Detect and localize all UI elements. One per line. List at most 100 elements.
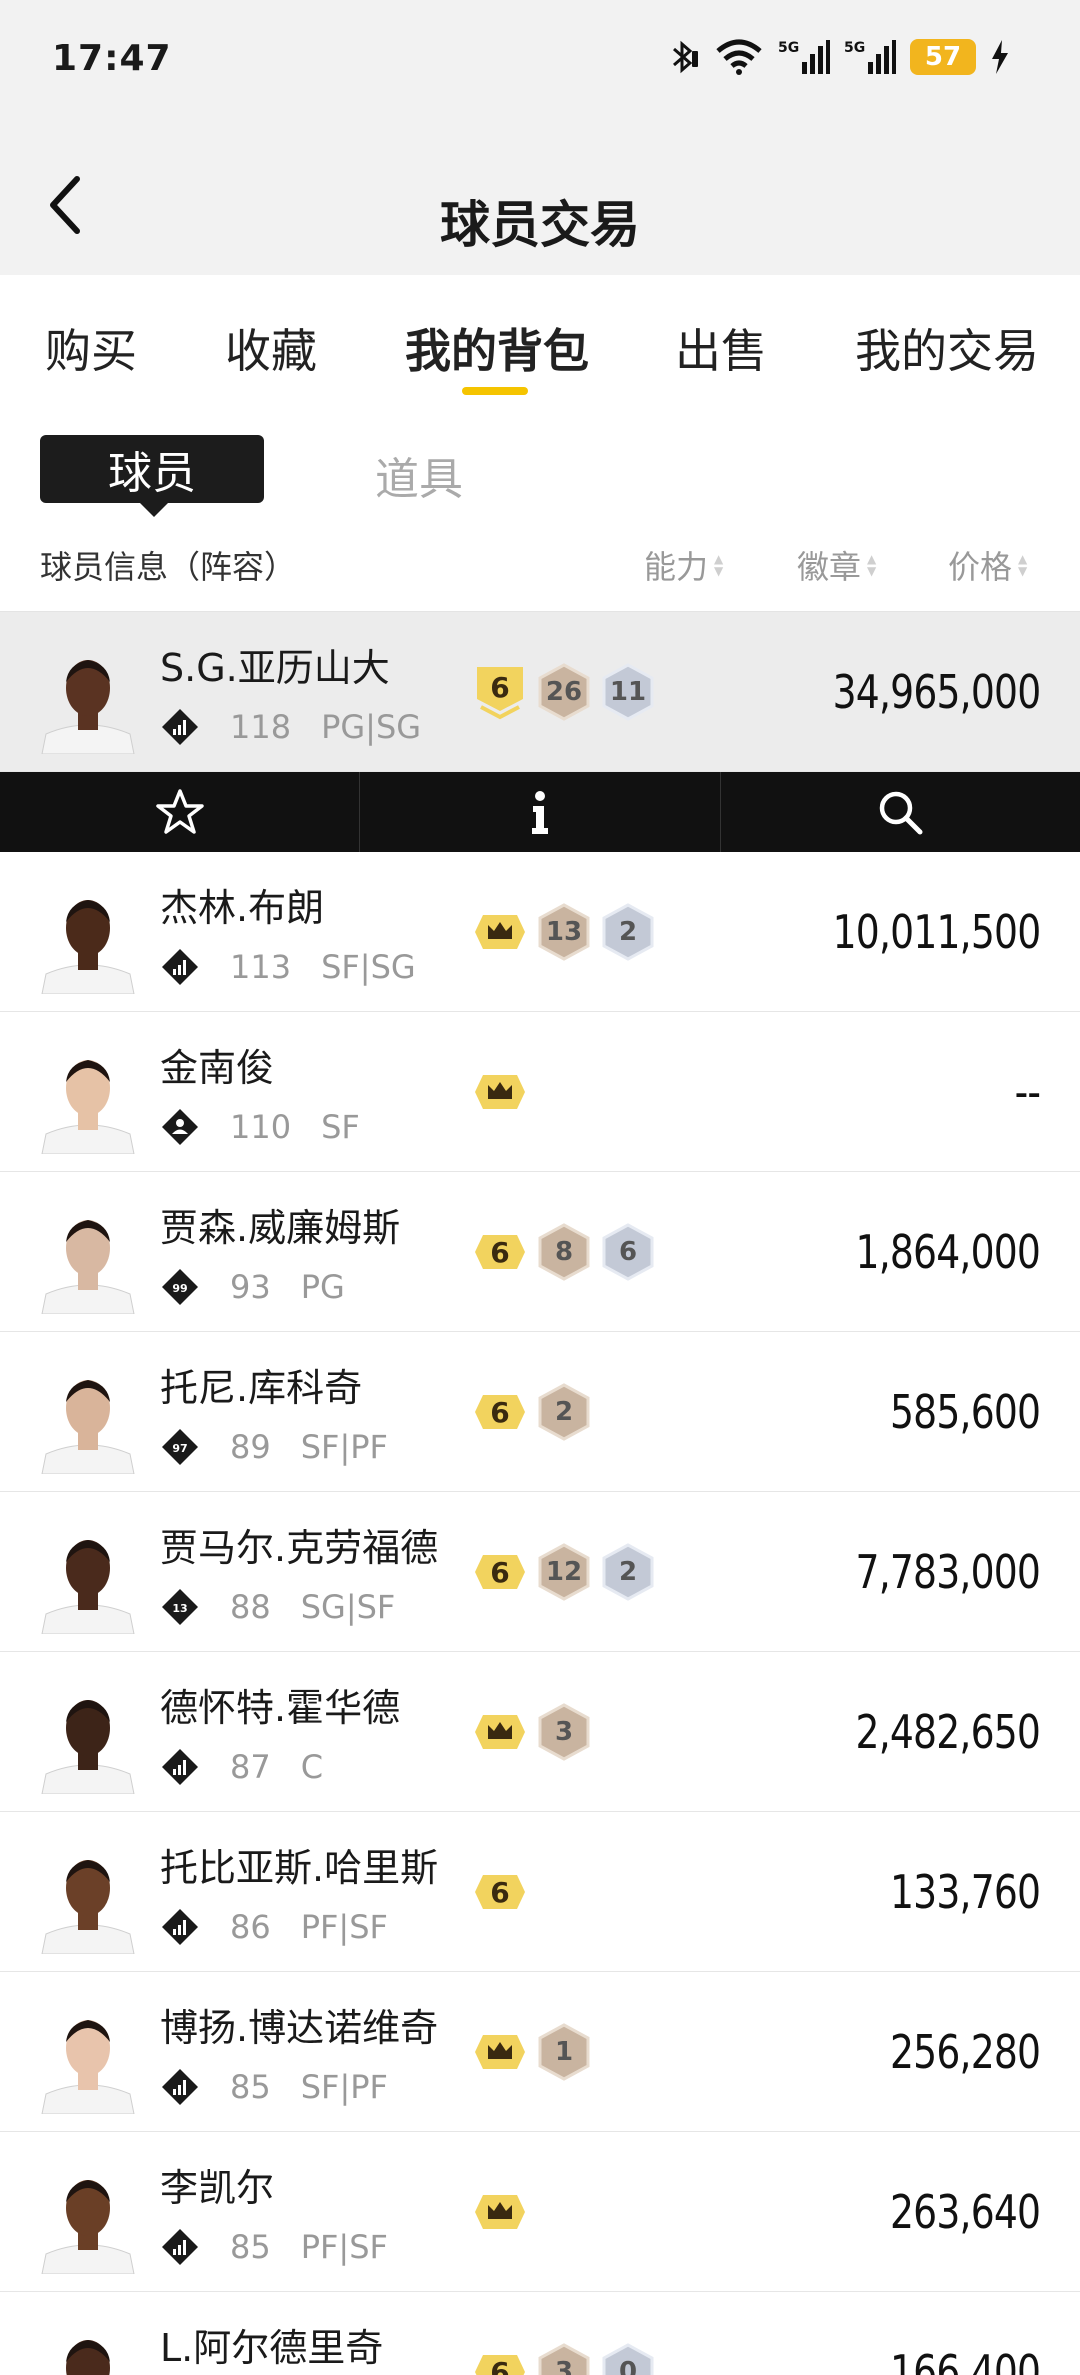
player-avatar <box>38 2322 138 2375</box>
favorite-button[interactable] <box>0 772 361 852</box>
player-overall: 110 <box>230 1108 292 1146</box>
player-row[interactable]: 杰林.布朗 113 SF|SG 13 2 10,011,500 <box>0 852 1080 1012</box>
svg-text:13: 13 <box>172 1602 187 1615</box>
column-player-info: 球员信息（阵容） <box>40 548 297 586</box>
player-price: 34,965,000 <box>832 665 1041 719</box>
player-row[interactable]: S.G.亚历山大 118 PG|SG 6 26 11 34,965,000 <box>0 612 1080 772</box>
player-price: -- <box>1014 1065 1040 1119</box>
player-overall: 88 <box>230 1588 271 1626</box>
player-overall: 118 <box>230 708 292 746</box>
subtab-players[interactable]: 球员 <box>40 435 264 517</box>
player-name: L.阿尔德里奇 <box>160 2326 384 2370</box>
svg-text:5G: 5G <box>844 40 865 56</box>
player-position: SF <box>321 1108 360 1146</box>
bronze-badge: 2 <box>537 1383 591 1441</box>
gold-crown-badge <box>473 1063 527 1121</box>
player-row[interactable]: 贾马尔.克劳福德 13 88 SG|SF 6 12 2 7,783,000 <box>0 1492 1080 1652</box>
player-row[interactable]: 金南俊 110 SF -- <box>0 1012 1080 1172</box>
nav-bar: 球员交易 <box>0 125 1080 275</box>
tab-buy[interactable]: 购买 <box>45 315 137 381</box>
bronze-badge-count: 8 <box>554 1237 574 1267</box>
bronze-badge-count: 2 <box>554 1397 574 1427</box>
main-tabs: 购买 收藏 我的背包 出售 我的交易 <box>0 275 1080 405</box>
player-price: 1,864,000 <box>855 1225 1040 1279</box>
player-overall: 113 <box>230 948 292 986</box>
player-name: 李凯尔 <box>160 2166 275 2210</box>
player-row[interactable]: L.阿尔德里奇 6 3 0 166,400 <box>0 2292 1080 2375</box>
sort-price-label: 价格 <box>948 548 1013 586</box>
player-meta: 118 PG|SG <box>160 707 421 747</box>
silver-badge-count: 6 <box>618 1237 638 1267</box>
tab-my-backpack[interactable]: 我的背包 <box>405 315 589 381</box>
gold-level-badge: 6 <box>473 2343 527 2375</box>
bronze-badge-count: 12 <box>545 1557 583 1587</box>
player-avatar <box>38 1202 138 1314</box>
bluetooth-icon <box>666 39 700 75</box>
player-row[interactable]: 李凯尔 85 PF|SF 263,640 <box>0 2132 1080 2292</box>
player-meta: 85 SF|PF <box>160 2067 388 2107</box>
star-outline-icon <box>155 788 205 836</box>
info-button[interactable] <box>360 772 721 852</box>
badge-group <box>473 1012 527 1172</box>
subtab-items[interactable]: 道具 <box>375 443 463 507</box>
card-type-icon <box>160 1907 200 1947</box>
tab-favorites[interactable]: 收藏 <box>225 315 317 381</box>
player-name: 金南俊 <box>160 1046 275 1090</box>
player-row[interactable]: 托尼.库科奇 97 89 SF|PF 6 2 585,600 <box>0 1332 1080 1492</box>
svg-text:99: 99 <box>172 1282 187 1295</box>
tab-sell[interactable]: 出售 <box>675 315 767 381</box>
player-avatar <box>38 1682 138 1794</box>
sort-price[interactable]: 价格 ▲ ▼ <box>948 542 1027 588</box>
player-avatar <box>38 2002 138 2114</box>
player-meta: 87 C <box>160 1747 323 1787</box>
player-avatar <box>38 1522 138 1634</box>
silver-badge: 11 <box>601 663 655 721</box>
player-row[interactable]: 博扬.博达诺维奇 85 SF|PF 1 256,280 <box>0 1972 1080 2132</box>
silver-badge-count: 2 <box>618 917 638 947</box>
player-avatar <box>38 1362 138 1474</box>
active-tab-indicator <box>462 387 528 395</box>
silver-badge: 0 <box>601 2343 655 2375</box>
badge-group: 6 3 0 <box>473 2292 655 2375</box>
player-name: 贾森.威廉姆斯 <box>160 1206 401 1250</box>
silver-badge-count: 0 <box>618 2357 638 2375</box>
gold-crown-badge <box>473 2183 527 2241</box>
player-row[interactable]: 德怀特.霍华德 87 C 3 2,482,650 <box>0 1652 1080 1812</box>
player-overall: 85 <box>230 2068 271 2106</box>
player-name: 德怀特.霍华德 <box>160 1686 401 1730</box>
bronze-badge: 3 <box>537 1703 591 1761</box>
player-meta: 110 SF <box>160 1107 360 1147</box>
player-name: 托比亚斯.哈里斯 <box>160 1846 439 1890</box>
status-time: 17:47 <box>52 38 172 79</box>
player-row[interactable]: 托比亚斯.哈里斯 86 PF|SF 6 133,760 <box>0 1812 1080 1972</box>
card-type-icon: 97 <box>160 1427 200 1467</box>
sort-badge[interactable]: 徽章 ▲ ▼ <box>797 542 876 588</box>
sort-ability[interactable]: 能力 ▲ ▼ <box>644 542 723 588</box>
player-row[interactable]: 贾森.威廉姆斯 99 93 PG 6 8 6 1,864,000 <box>0 1172 1080 1332</box>
gold-level-value: 6 <box>490 1395 510 1429</box>
card-type-icon <box>160 1107 200 1147</box>
badge-group: 6 12 2 <box>473 1492 655 1652</box>
gold-level-badge: 6 <box>473 663 527 721</box>
player-price: 166,400 <box>889 2345 1041 2375</box>
player-price: 263,640 <box>889 2185 1041 2239</box>
tab-my-trades[interactable]: 我的交易 <box>855 315 1039 381</box>
player-avatar <box>38 1842 138 1954</box>
signal-5g-icon: 5G <box>778 38 830 76</box>
player-meta: 85 PF|SF <box>160 2227 388 2267</box>
bronze-badge: 26 <box>537 663 591 721</box>
card-type-icon: 99 <box>160 1267 200 1307</box>
player-price: 2,482,650 <box>855 1705 1040 1759</box>
player-meta: 86 PF|SF <box>160 1907 388 1947</box>
search-icon <box>876 788 924 836</box>
player-overall: 85 <box>230 2228 271 2266</box>
player-position: SF|PF <box>300 1428 388 1466</box>
player-avatar <box>38 1042 138 1154</box>
search-button[interactable] <box>721 772 1080 852</box>
gold-level-value: 6 <box>490 1555 510 1589</box>
silver-badge-count: 11 <box>609 677 647 707</box>
player-avatar <box>38 882 138 994</box>
silver-badge: 2 <box>601 903 655 961</box>
gold-level-badge: 6 <box>473 1223 527 1281</box>
player-overall: 93 <box>230 1268 271 1306</box>
